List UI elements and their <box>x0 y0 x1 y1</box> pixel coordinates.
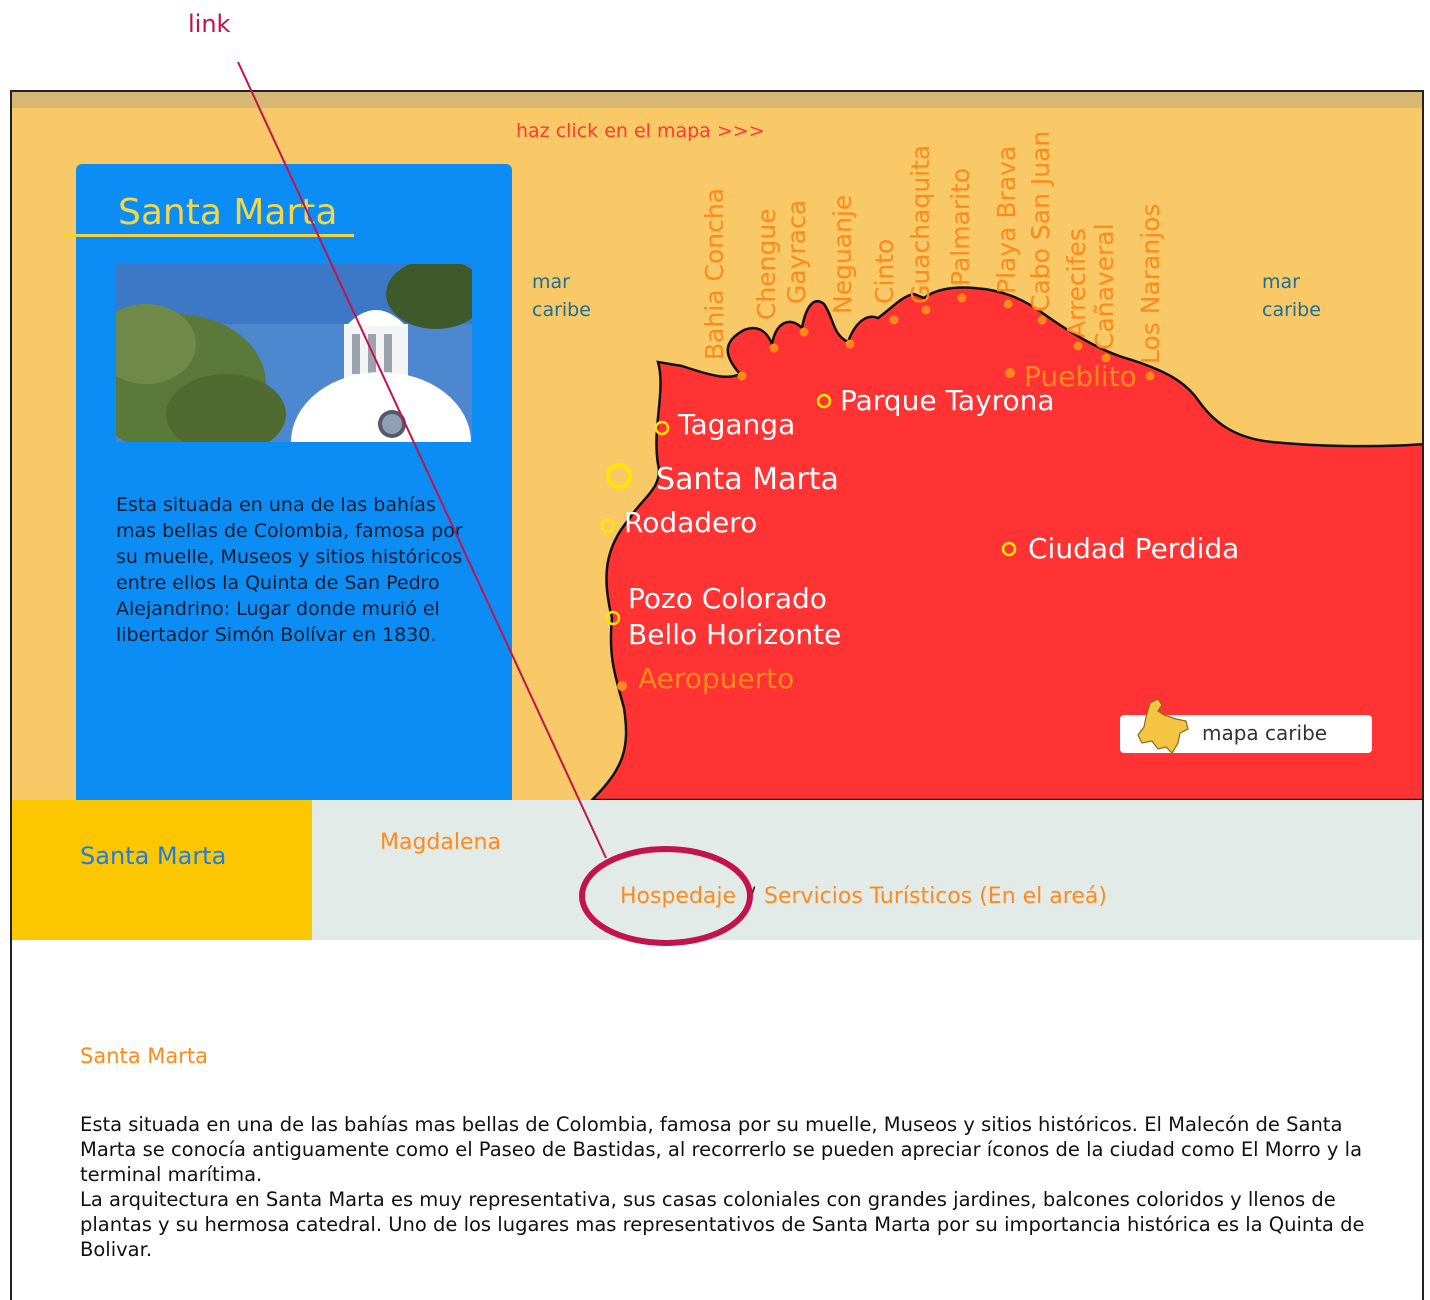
aeropuerto-marker[interactable] <box>617 681 627 691</box>
nav-region-link[interactable]: Magdalena <box>380 830 501 855</box>
beach-dot[interactable] <box>737 371 747 381</box>
beach-dot[interactable] <box>921 305 931 315</box>
beach-dot[interactable] <box>957 293 967 303</box>
nav-separator: / <box>748 884 756 909</box>
beach-dot[interactable] <box>889 315 899 325</box>
beach-playa-brava[interactable]: Playa Brava <box>992 146 1021 294</box>
beach-dot[interactable] <box>1073 341 1083 351</box>
santa-marta-marker[interactable] <box>606 463 632 489</box>
top-bar <box>12 92 1422 108</box>
mapa-caribe-label: mapa caribe <box>1202 721 1328 745</box>
place-rodadero[interactable]: Rodadero <box>624 506 757 539</box>
beach-bahia-concha[interactable]: Bahia Concha <box>700 188 729 360</box>
place-ciudad-perdida[interactable]: Ciudad Perdida <box>1028 532 1239 565</box>
place-taganga[interactable]: Taganga <box>678 408 795 441</box>
sea-label-right: mar caribe <box>1262 271 1321 321</box>
beach-dot[interactable] <box>799 327 809 337</box>
beach-dot[interactable] <box>1037 315 1047 325</box>
info-card: Santa Marta Esta situada en una de las b… <box>62 164 512 800</box>
beach-guachaquita[interactable]: Guachaquita <box>906 145 935 304</box>
place-bello-horizonte[interactable]: Bello Horizonte <box>628 618 841 651</box>
beach-cinto[interactable]: Cinto <box>870 239 899 304</box>
nav-city-panel: Santa Marta <box>12 800 312 940</box>
beach-los-naranjos[interactable]: Los Naranjos <box>1136 204 1165 365</box>
sea-label-left: mar caribe <box>532 271 591 321</box>
rodadero-marker[interactable] <box>600 518 616 534</box>
beach-chengue[interactable]: Chengue <box>752 208 781 320</box>
place-aeropuerto[interactable]: Aeropuerto <box>638 662 794 695</box>
card-title: Santa Marta <box>118 192 338 233</box>
content-paragraph: La arquitectura en Santa Marta es muy re… <box>80 1188 1365 1261</box>
nav-links-panel: Magdalena Hospedaje / Servicios Turístic… <box>312 800 1422 940</box>
mapa-caribe-button[interactable]: mapa caribe <box>1120 698 1372 754</box>
map-area[interactable]: haz click en el mapa >>> mar caribe mar … <box>12 108 1422 800</box>
nav-city-link[interactable]: Santa Marta <box>80 842 226 870</box>
card-title-underline <box>62 234 354 237</box>
nav-servicios-link[interactable]: Servicios Turísticos (En el areá) <box>764 884 1107 909</box>
place-pueblito[interactable]: Pueblito <box>1024 360 1137 393</box>
place-santa-marta[interactable]: Santa Marta <box>656 462 839 497</box>
content-paragraph: Esta situada en una de las bahías mas be… <box>80 1113 1363 1186</box>
cathedral-photo <box>116 264 472 442</box>
map-click-hint: haz click en el mapa >>> <box>516 120 765 142</box>
beach-cabo-san-juan[interactable]: Cabo San Juan <box>1026 131 1055 312</box>
web-page: haz click en el mapa >>> mar caribe mar … <box>10 90 1424 1300</box>
content-title: Santa Marta <box>80 1044 209 1068</box>
beach-canaveral[interactable]: Cañaveral <box>1090 223 1119 350</box>
annotation-link-label: link <box>188 10 231 38</box>
beach-dot[interactable] <box>1145 371 1155 381</box>
pueblito-marker[interactable] <box>1005 368 1015 378</box>
beach-dot[interactable] <box>845 339 855 349</box>
beach-dot[interactable] <box>1003 299 1013 309</box>
nav-hospedaje-link[interactable]: Hospedaje <box>620 884 736 909</box>
colombia-map-icon <box>1137 698 1189 754</box>
beach-dot[interactable] <box>769 343 779 353</box>
beach-neguanje[interactable]: Neguanje <box>828 195 857 314</box>
place-pozo-colorado[interactable]: Pozo Colorado <box>628 582 827 615</box>
beach-arrecifes[interactable]: Arrecifes <box>1062 228 1091 338</box>
beach-palmarito[interactable]: Palmarito <box>946 168 975 286</box>
place-parque-tayrona[interactable]: Parque Tayrona <box>840 384 1055 417</box>
content-body: Esta situada en una de las bahías mas be… <box>80 1112 1370 1262</box>
card-description: Esta situada en una de las bahías mas be… <box>116 494 463 646</box>
beach-gayraca[interactable]: Gayraca <box>782 200 811 304</box>
